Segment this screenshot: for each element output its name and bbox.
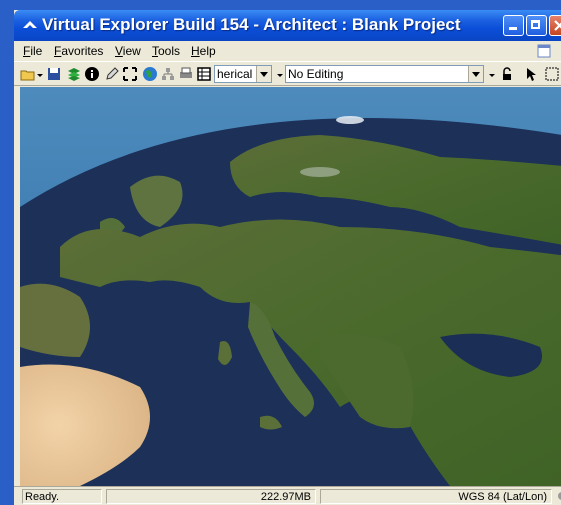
maximize-button[interactable] <box>526 15 547 36</box>
save-icon[interactable] <box>46 66 62 82</box>
globe-viewport[interactable] <box>20 87 561 486</box>
select-box-icon[interactable] <box>544 66 560 82</box>
open-folder-icon[interactable] <box>20 66 36 82</box>
close-icon <box>554 20 561 31</box>
globe-app-icon <box>23 21 37 28</box>
menu-favorites[interactable]: Favorites <box>54 44 103 58</box>
status-crs-text: WGS 84 (Lat/Lon) <box>458 491 547 503</box>
status-memory-text: 222.97MB <box>260 491 311 503</box>
main-window: Virtual Explorer Build 154 - Architect :… <box>14 10 561 505</box>
info-icon[interactable] <box>84 66 100 82</box>
print-icon[interactable] <box>178 66 194 82</box>
status-indicator-icon <box>558 492 561 500</box>
projection-value: herical <box>217 67 253 81</box>
layers-icon[interactable] <box>66 66 82 82</box>
doc-restore-icon[interactable] <box>537 44 551 58</box>
menu-tools[interactable]: Tools <box>152 44 180 58</box>
dropdown-arrow-icon[interactable] <box>36 66 44 82</box>
network-icon[interactable] <box>160 66 176 82</box>
pencil-icon[interactable] <box>104 66 120 82</box>
pointer-icon[interactable] <box>524 66 540 82</box>
menu-file[interactable]: File <box>23 44 42 58</box>
dropdown-arrow-icon[interactable] <box>276 66 284 82</box>
title-bar[interactable]: Virtual Explorer Build 154 - Architect :… <box>14 10 561 41</box>
chevron-down-icon[interactable] <box>468 66 483 82</box>
globe-icon[interactable] <box>142 66 158 82</box>
full-extent-icon[interactable] <box>122 66 138 82</box>
editing-mode-value: No Editing <box>288 67 344 81</box>
close-button[interactable] <box>549 15 561 36</box>
table-icon[interactable] <box>196 66 212 82</box>
status-bar: Ready. 222.97MB WGS 84 (Lat/Lon) <box>14 486 561 505</box>
minimize-button[interactable] <box>503 15 524 36</box>
menu-view[interactable]: View <box>115 44 141 58</box>
status-panel-crs: WGS 84 (Lat/Lon) <box>320 489 552 504</box>
toolbar: herical No Editing <box>14 61 561 86</box>
menu-help[interactable]: Help <box>191 44 216 58</box>
projection-select[interactable]: herical <box>214 65 272 83</box>
status-ready-text: Ready. <box>25 491 60 503</box>
menu-bar: File Favorites View Tools Help <box>14 41 561 61</box>
status-panel-memory: 222.97MB <box>106 489 316 504</box>
lock-icon[interactable] <box>499 66 515 82</box>
editing-mode-select[interactable]: No Editing <box>285 65 484 83</box>
status-panel-ready: Ready. <box>22 489 102 504</box>
chevron-down-icon[interactable] <box>256 66 271 82</box>
window-title: Virtual Explorer Build 154 - Architect :… <box>42 15 461 34</box>
dropdown-arrow-icon[interactable] <box>488 66 496 82</box>
europe-globe-map[interactable] <box>20 87 561 486</box>
